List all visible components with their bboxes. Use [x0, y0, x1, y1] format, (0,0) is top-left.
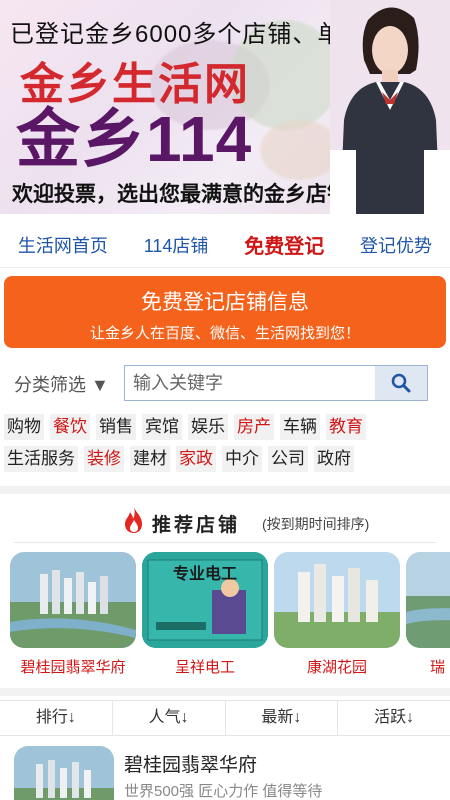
shop-name: 碧桂园翡翠华府 [20, 659, 126, 676]
tag-agency[interactable]: 中介 [222, 446, 262, 472]
shop-name: 瑞 [430, 659, 446, 676]
shop-card[interactable]: 碧桂园翡翠华府 [10, 552, 136, 680]
sort-ranking[interactable]: 排行↓ [0, 701, 113, 735]
tag-company[interactable]: 公司 [268, 446, 308, 472]
shop-image [406, 552, 450, 648]
shop-thumbnail [14, 746, 114, 800]
nav-register-advantages[interactable]: 登记优势 [360, 232, 432, 258]
tag-real-estate[interactable]: 房产 [234, 414, 274, 440]
category-filter-label: 分类筛选 [14, 375, 86, 395]
search-bar: 分类筛选 ▼ [0, 364, 450, 402]
receptionist-image [330, 0, 450, 214]
aerial-city-thumbnail [14, 746, 114, 800]
app-root: 已登记金乡6000多个店铺、单位！ 金乡生活网 金乡114 欢迎投票，选出您最满… [0, 0, 450, 800]
shop-card[interactable]: 专业电工 呈祥电工 [142, 552, 268, 680]
electrician-sign-title: 专业电工 [172, 566, 237, 583]
tag-entertainment[interactable]: 娱乐 [188, 414, 228, 440]
residential-towers-image [274, 552, 400, 648]
sort-active[interactable]: 活跃↓ [338, 701, 450, 735]
list-item-title: 碧桂园翡翠华府 [124, 755, 258, 776]
triangle-down-icon: ▼ [91, 375, 109, 395]
top-nav: 生活网首页 114店铺 免费登记 登记优势 [0, 222, 450, 268]
shop-name: 呈祥电工 [174, 659, 235, 676]
shop-card[interactable]: 瑞 [406, 552, 450, 680]
tag-dining[interactable]: 餐饮 [50, 414, 90, 440]
list-item-description: 世界500强 匠心力作 值得等待 [124, 783, 323, 800]
nav-free-register[interactable]: 免费登记 [244, 230, 324, 259]
banner-vote-text: 欢迎投票，选出您最满意的金乡店铺！ [12, 183, 369, 206]
shop-image [274, 552, 400, 648]
search-button[interactable] [375, 366, 427, 400]
category-filter-dropdown[interactable]: 分类筛选 ▼ [14, 371, 109, 397]
aerial-city-image [10, 552, 136, 648]
recommend-header: 推荐店铺 (按到期时间排序) [0, 504, 450, 540]
category-tags: 购物 餐饮 销售 宾馆 娱乐 房产 车辆 教育 生活服务 装修 建材 家政 中介… [4, 414, 446, 478]
tag-sales[interactable]: 销售 [96, 414, 136, 440]
free-register-button[interactable]: 免费登记店铺信息 让金乡人在百度、微信、生活网找到您！ [4, 276, 446, 348]
divider [14, 542, 436, 543]
tag-housekeeping[interactable]: 家政 [176, 446, 216, 472]
shop-card[interactable]: 康湖花园 [274, 552, 400, 680]
tag-education[interactable]: 教育 [326, 414, 366, 440]
section-separator [0, 486, 450, 494]
tag-hotel[interactable]: 宾馆 [142, 414, 182, 440]
flame-icon [125, 507, 142, 533]
section-separator [0, 688, 450, 696]
tag-vehicles[interactable]: 车辆 [280, 414, 320, 440]
cta-title: 免费登记店铺信息 [141, 291, 309, 314]
sort-bar: 排行↓ 人气↓ 最新↓ 活跃↓ [0, 700, 450, 736]
cta-subtitle: 让金乡人在百度、微信、生活网找到您！ [89, 325, 360, 342]
tag-life-services[interactable]: 生活服务 [4, 446, 78, 472]
banner-decor [260, 120, 340, 180]
riverside-image [406, 552, 450, 648]
shop-image [10, 552, 136, 648]
shop-name: 康湖花园 [306, 659, 367, 676]
sort-popularity[interactable]: 人气↓ [113, 701, 226, 735]
search-input[interactable] [125, 366, 375, 400]
tag-building-materials[interactable]: 建材 [130, 446, 170, 472]
hero-banner[interactable]: 已登记金乡6000多个店铺、单位！ 金乡生活网 金乡114 欢迎投票，选出您最满… [0, 0, 450, 214]
recommend-title: 推荐店铺 [152, 515, 241, 536]
tag-decoration[interactable]: 装修 [84, 446, 124, 472]
tag-row: 购物 餐饮 销售 宾馆 娱乐 房产 车辆 教育 [4, 414, 446, 440]
banner-brand: 金乡114 [16, 103, 253, 175]
nav-home[interactable]: 生活网首页 [18, 232, 108, 258]
nav-shops-114[interactable]: 114店铺 [144, 232, 209, 258]
recommended-shops-carousel[interactable]: 碧桂园翡翠华府 专业电工 呈祥电工 康湖花园 瑞 [0, 552, 450, 680]
search-icon [391, 373, 411, 393]
tag-government[interactable]: 政府 [314, 446, 354, 472]
search-box [124, 365, 428, 401]
shop-list-item[interactable]: 碧桂园翡翠华府 世界500强 匠心力作 值得等待 [0, 742, 450, 800]
tag-row: 生活服务 装修 建材 家政 中介 公司 政府 [4, 446, 446, 472]
shop-image: 专业电工 [142, 552, 268, 648]
tag-shopping[interactable]: 购物 [4, 414, 44, 440]
recommend-subtitle: (按到期时间排序) [262, 516, 370, 532]
sort-newest[interactable]: 最新↓ [226, 701, 339, 735]
